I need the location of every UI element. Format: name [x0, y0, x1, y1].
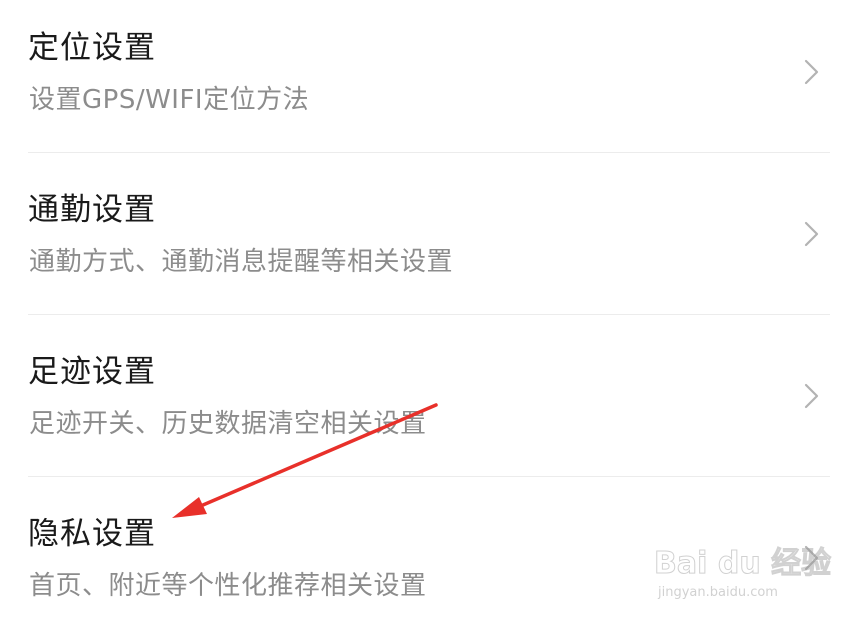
divider — [28, 314, 830, 315]
footprint-settings-row[interactable]: 足迹设置 足迹开关、历史数据清空相关设置 — [0, 324, 854, 486]
location-settings-subtitle: 设置GPS/WIFI定位方法 — [29, 85, 310, 115]
commute-settings-row[interactable]: 通勤设置 通勤方式、通勤消息提醒等相关设置 — [0, 162, 854, 324]
chevron-right-icon — [804, 59, 819, 85]
footprint-settings-title: 足迹设置 — [28, 354, 156, 390]
location-settings-row[interactable]: 定位设置 设置GPS/WIFI定位方法 — [0, 0, 854, 162]
footprint-settings-subtitle: 足迹开关、历史数据清空相关设置 — [29, 409, 427, 439]
location-settings-title: 定位设置 — [28, 30, 156, 66]
chevron-right-icon — [804, 221, 819, 247]
commute-settings-subtitle: 通勤方式、通勤消息提醒等相关设置 — [29, 247, 454, 277]
divider — [28, 152, 830, 153]
chevron-right-icon — [804, 383, 819, 409]
privacy-settings-subtitle: 首页、附近等个性化推荐相关设置 — [29, 571, 427, 601]
commute-settings-title: 通勤设置 — [28, 192, 156, 228]
watermark-url: jingyan.baidu.com — [658, 585, 778, 600]
privacy-settings-title: 隐私设置 — [28, 516, 156, 552]
watermark-logo: Bai du 经验 — [653, 546, 832, 582]
baidu-jingyan-watermark: Bai du 经验 jingyan.baidu.com — [648, 530, 831, 610]
divider — [28, 476, 830, 477]
